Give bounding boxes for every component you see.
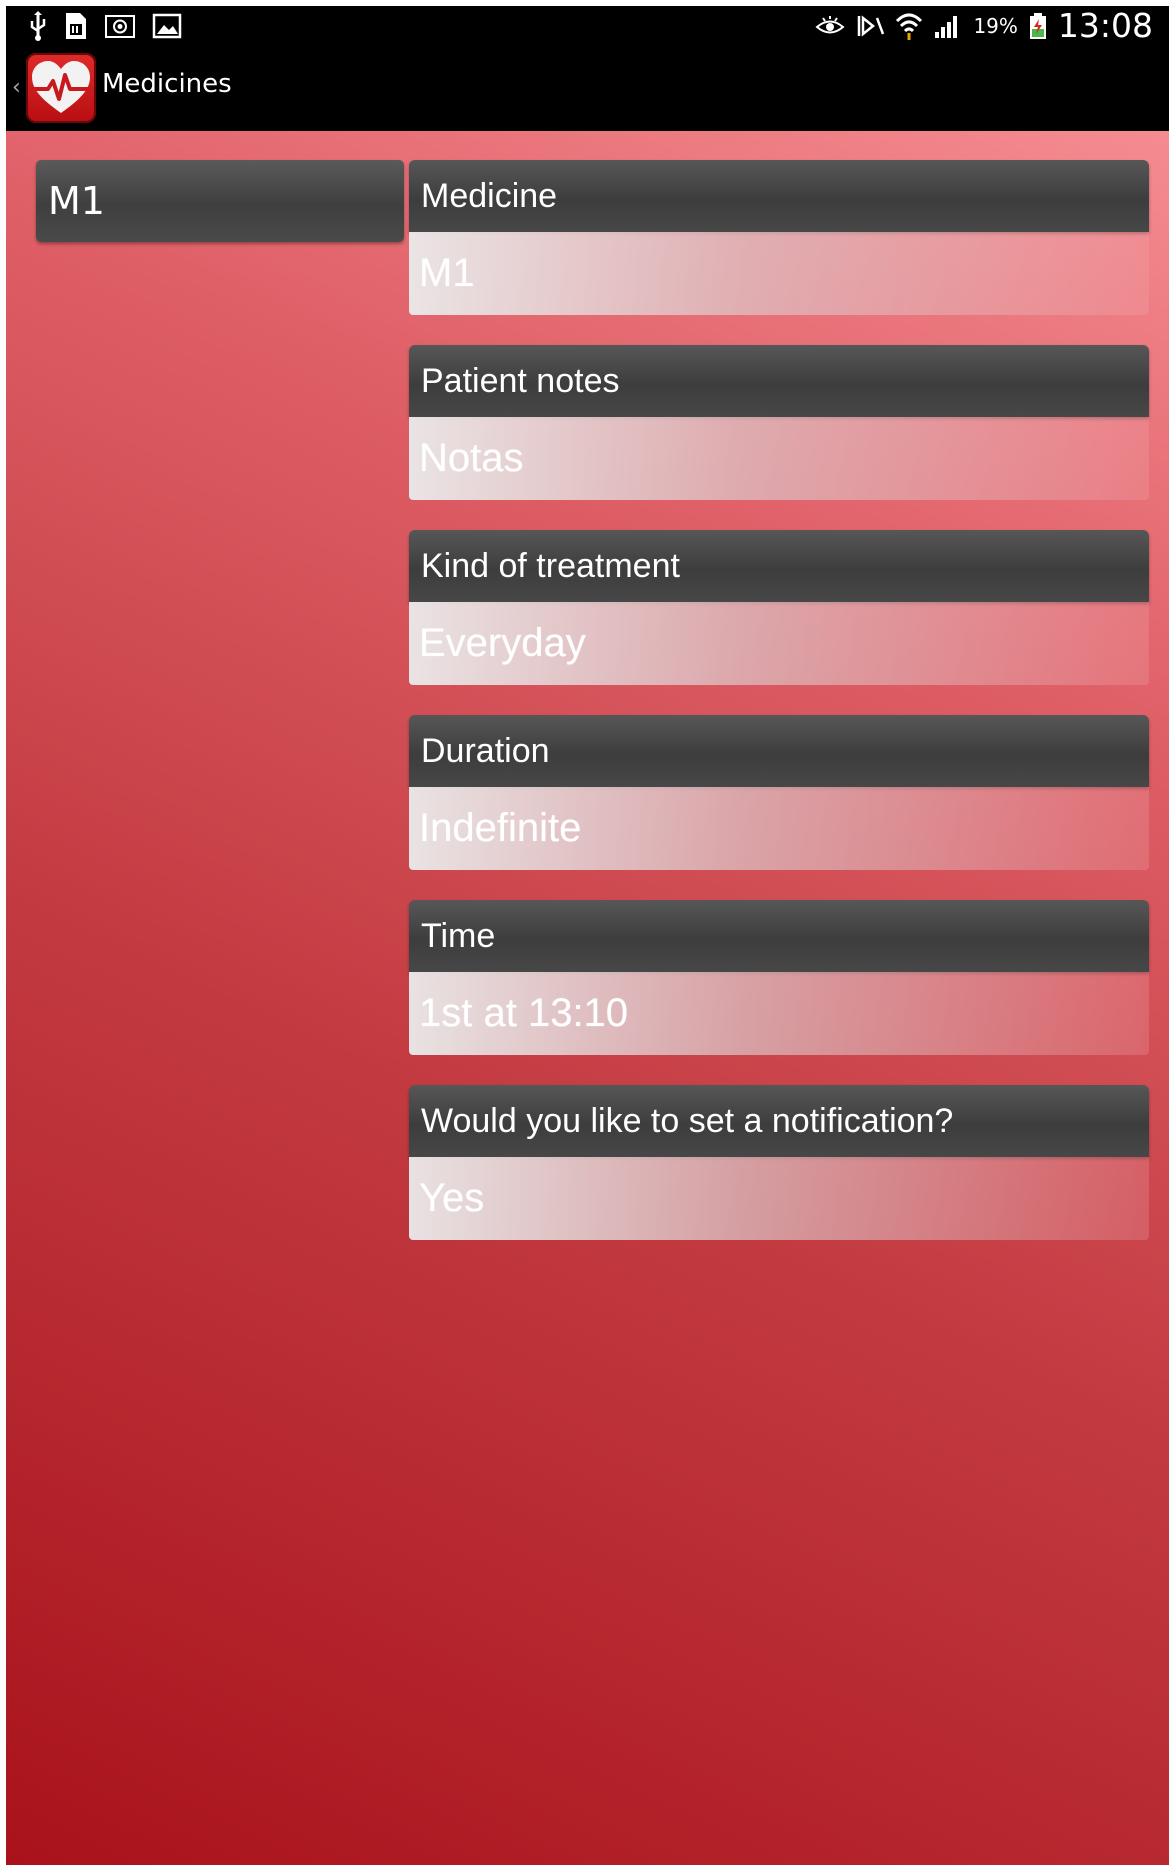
field-value[interactable]: 1st at 13:10	[409, 972, 1149, 1055]
medicine-list: M1	[36, 160, 404, 242]
mute-icon	[855, 12, 885, 40]
field-value[interactable]: Indefinite	[409, 787, 1149, 870]
field-notification: Would you like to set a notification? Ye…	[409, 1085, 1149, 1240]
field-kind-of-treatment: Kind of treatment Everyday	[409, 530, 1149, 685]
eye-icon	[815, 14, 845, 38]
screenshot-icon	[104, 13, 136, 39]
field-patient-notes: Patient notes Notas	[409, 345, 1149, 500]
status-left-icons	[28, 10, 182, 42]
signal-icon	[933, 12, 963, 40]
status-bar: 19% 13:08	[6, 6, 1169, 45]
gallery-icon	[152, 13, 182, 39]
up-caret-icon[interactable]: ‹	[12, 75, 21, 100]
field-label: Medicine	[409, 160, 1149, 232]
action-bar-title: Medicines	[102, 69, 232, 99]
field-value[interactable]: Everyday	[409, 602, 1149, 685]
field-value[interactable]: Yes	[409, 1157, 1149, 1240]
field-label: Patient notes	[409, 345, 1149, 417]
field-time: Time 1st at 13:10	[409, 900, 1149, 1055]
field-value[interactable]: M1	[409, 232, 1149, 315]
list-item[interactable]: M1	[36, 160, 404, 242]
field-label: Duration	[409, 715, 1149, 787]
heart-pulse-icon[interactable]	[26, 53, 96, 123]
field-value[interactable]: Notas	[409, 417, 1149, 500]
field-label: Kind of treatment	[409, 530, 1149, 602]
field-label: Would you like to set a notification?	[409, 1085, 1149, 1157]
screen: 19% 13:08 ‹ Medicines M1 Medicine M1 Pat…	[6, 6, 1169, 1865]
clock: 13:08	[1057, 6, 1153, 45]
battery-icon	[1028, 12, 1048, 40]
field-medicine: Medicine M1	[409, 160, 1149, 315]
medicine-detail: Medicine M1 Patient notes Notas Kind of …	[409, 160, 1149, 1270]
usb-icon	[28, 11, 48, 41]
sim-card-icon	[64, 11, 88, 41]
field-label: Time	[409, 900, 1149, 972]
action-bar[interactable]: ‹ Medicines	[6, 45, 1169, 131]
battery-percent: 19%	[973, 13, 1018, 38]
wifi-icon	[895, 11, 923, 41]
status-right-icons: 19% 13:08	[815, 6, 1153, 45]
field-duration: Duration Indefinite	[409, 715, 1149, 870]
